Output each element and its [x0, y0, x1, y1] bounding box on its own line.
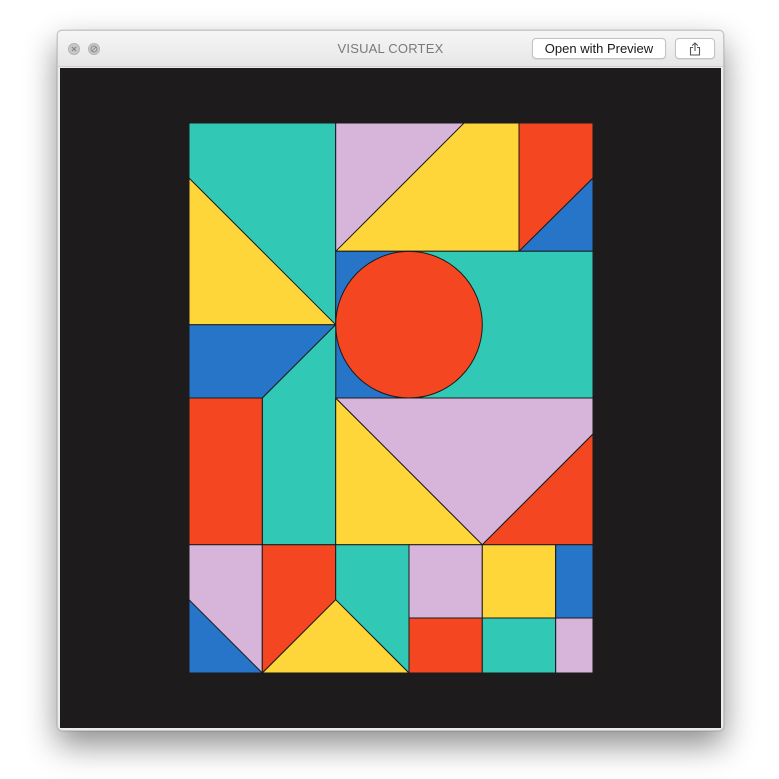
share-button[interactable]	[675, 38, 715, 59]
open-with-preview-button[interactable]: Open with Preview	[532, 38, 666, 59]
lilac-block	[555, 617, 593, 674]
preview-content	[60, 68, 721, 728]
teal-block	[481, 617, 557, 674]
red-block	[408, 617, 483, 674]
share-icon	[689, 41, 701, 56]
lilac-block	[408, 544, 483, 619]
quicklook-window: VISUAL CORTEX Open with Preview	[57, 30, 724, 731]
red-circle	[335, 250, 483, 399]
yellow-block	[481, 544, 557, 619]
red-block	[189, 397, 263, 546]
blue-block	[555, 544, 593, 619]
geometric-artwork	[189, 123, 593, 674]
title-bar: VISUAL CORTEX Open with Preview	[58, 31, 723, 67]
